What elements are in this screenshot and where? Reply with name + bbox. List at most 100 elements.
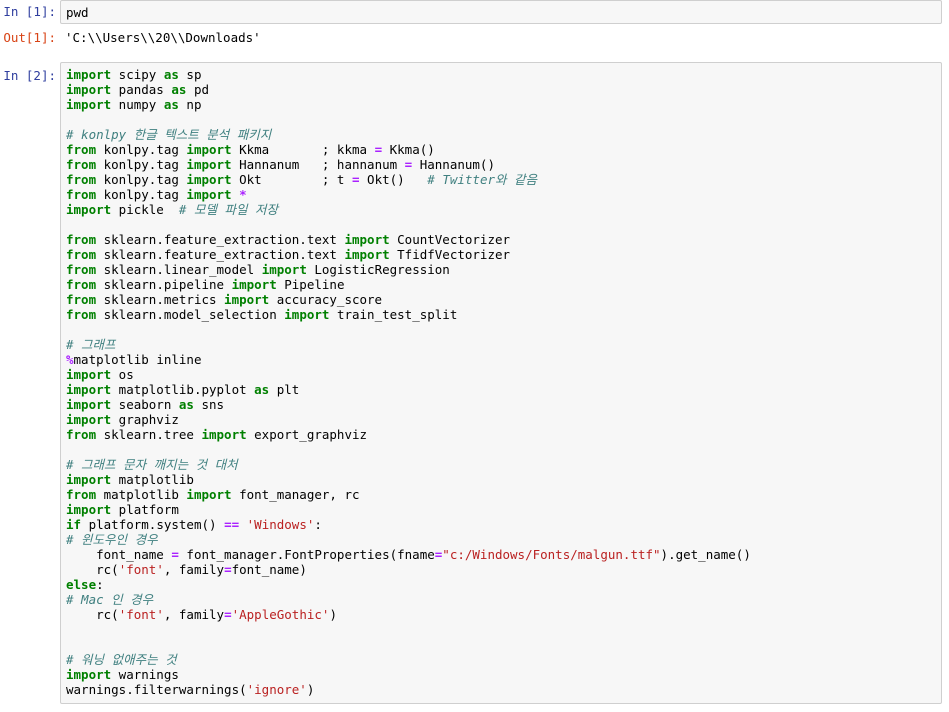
keyword-token: import [66,67,112,82]
code-text-token: sklearn.pipeline [96,277,232,292]
code-line: from sklearn.model_selection import trai… [66,307,936,322]
keyword-token: import [344,247,390,262]
code-text-token: Pipeline [276,277,345,292]
keyword-token: import [186,187,232,202]
code-line: import pickle # 모델 파일 저장 [66,202,936,217]
code-text-token: konlpy.tag [96,142,187,157]
comment-token: # Twitter와 같음 [427,172,538,187]
operator-token: = [224,562,232,577]
output-text-1: 'C:\\Users\\20\\Downloads' [65,30,261,45]
code-text-token: scipy [111,67,164,82]
code-line: # 그래프 [66,337,936,352]
code-text-token: graphviz [111,412,179,427]
keyword-token: import [66,667,112,682]
keyword-token: import [261,262,307,277]
keyword-token: from [66,262,97,277]
code-text-token: sklearn.feature_extraction.text [96,247,345,262]
code-text-token: sns [193,397,225,412]
keyword-token: from [66,277,97,292]
code-line: import seaborn as sns [66,397,936,412]
keyword-token: import [66,367,112,382]
code-line: import numpy as np [66,97,936,112]
code-text-token: ).get_name() [660,547,751,562]
code-text-token: CountVectorizer [389,232,511,247]
keyword-token: import [66,202,112,217]
code-text-token: matplotlib [96,487,187,502]
code-text-token: font_name [66,547,172,562]
string-token: "c:/Windows/Fonts/malgun.ttf" [442,547,661,562]
code-text-token: sklearn.tree [96,427,202,442]
code-editor-1[interactable]: pwd [61,1,941,24]
code-text-token: Hannanum ; hannanum [231,157,405,172]
string-token: 'AppleGothic' [231,607,330,622]
code-text-token: rc( [66,607,119,622]
keyword-token: from [66,172,97,187]
code-line: %matplotlib inline [66,352,936,367]
code-line: # 그래프 문자 깨지는 것 대처 [66,457,936,472]
code-text-token: sklearn.linear_model [96,262,262,277]
code-line: import pandas as pd [66,82,936,97]
code-cell-2[interactable]: import scipy as sp import pandas as pd imp… [60,62,942,704]
keyword-token: import [66,382,112,397]
code-line: import matplotlib.pyplot as plt [66,382,936,397]
code-text-token: warnings.filterwarnings( [66,682,247,697]
code-cell-1[interactable]: pwd [60,0,942,24]
code-text-token: , family [163,607,225,622]
code-text-token: font_manager.FontProperties(fname [178,547,435,562]
code-line: # Mac 인 경우 [66,592,936,607]
string-token: 'Windows' [246,517,315,532]
code-text-token: numpy [111,97,164,112]
code-line: warnings.filterwarnings('ignore') [66,682,936,697]
code-text-token: konlpy.tag [96,187,187,202]
code-text-token: pwd [66,5,89,20]
code-text-token: : [314,517,322,532]
code-line: from konlpy.tag import Okt ; t = Okt() #… [66,172,936,187]
code-text-token: matplotlib inline [73,352,202,367]
code-line: from matplotlib import font_manager, rc [66,487,936,502]
code-editor-2[interactable]: import scipy as sp import pandas as pd imp… [61,63,941,701]
string-token: 'font' [118,562,164,577]
keyword-token: import [186,157,232,172]
code-text-token: export_graphviz [246,427,368,442]
code-text-token: Okt() [359,172,428,187]
code-line: import warnings [66,667,936,682]
keyword-token: from [66,307,97,322]
string-token: 'ignore' [246,682,307,697]
code-text-token: platform [111,502,179,517]
code-line: from konlpy.tag import * [66,187,936,202]
code-line: rc('font', family='AppleGothic') [66,607,936,622]
keyword-token: as [163,67,179,82]
code-text-token: font_name) [231,562,307,577]
keyword-token: import [186,172,232,187]
code-line: from sklearn.pipeline import Pipeline [66,277,936,292]
comment-token: # 워닝 없애주는 것 [66,652,177,667]
code-text-token: matplotlib [111,472,194,487]
code-text-token: train_test_split [329,307,458,322]
code-text-token: sp [178,67,202,82]
keyword-token: as [171,82,187,97]
code-text-token: konlpy.tag [96,157,187,172]
code-text-token: Kkma() [382,142,435,157]
code-line: else: [66,577,936,592]
code-text-token: TfidfVectorizer [389,247,511,262]
operator-token: % [66,352,74,367]
keyword-token: import [66,412,112,427]
keyword-token: else [66,577,97,592]
keyword-token: from [66,187,97,202]
code-text-token: sklearn.model_selection [96,307,285,322]
keyword-token: from [66,487,97,502]
code-line: from sklearn.metrics import accuracy_sco… [66,292,936,307]
code-line: from sklearn.tree import export_graphviz [66,427,936,442]
keyword-token: import [66,82,112,97]
keyword-token: import [231,277,277,292]
code-text-token: platform.system() [81,517,225,532]
keyword-token: import [66,502,112,517]
keyword-token: import [224,292,270,307]
code-text-token: matplotlib.pyplot [111,382,255,397]
code-text-token: plt [269,382,300,397]
code-line: from sklearn.feature_extraction.text imp… [66,247,936,262]
